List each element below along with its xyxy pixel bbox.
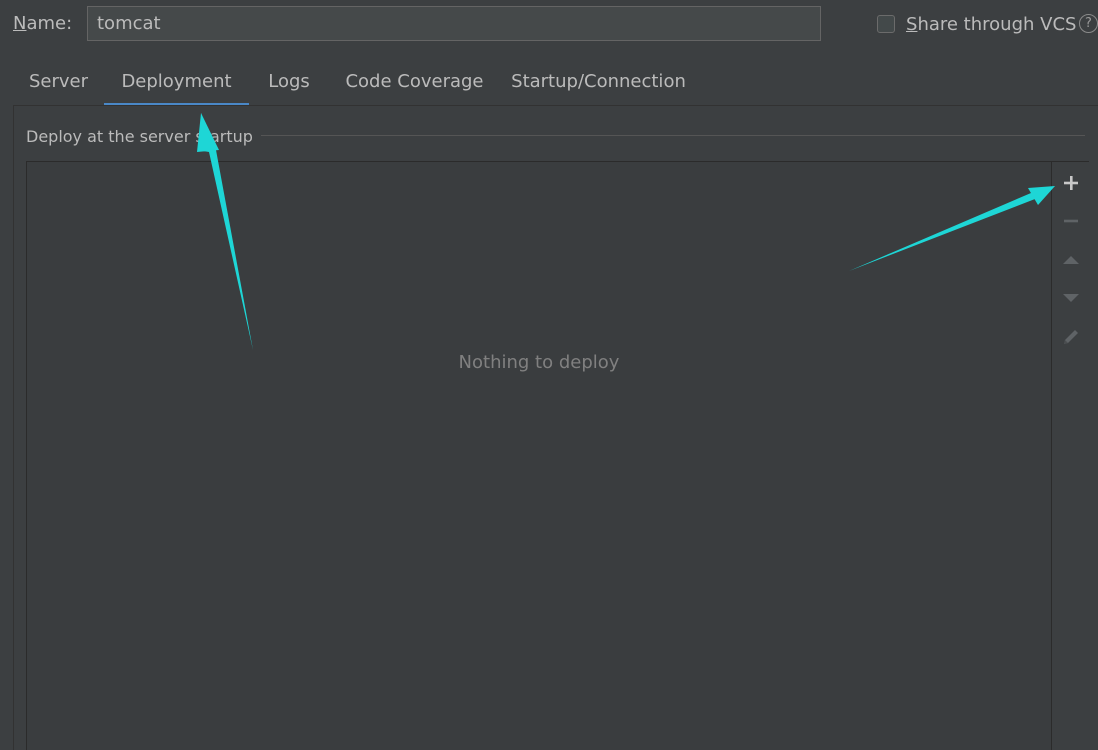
remove-button[interactable] <box>1052 203 1090 239</box>
tab-server[interactable]: Server <box>13 60 104 107</box>
empty-list-text: Nothing to deploy <box>458 352 620 373</box>
share-vcs-checkbox[interactable] <box>877 15 895 33</box>
help-icon[interactable]: ? <box>1079 14 1098 33</box>
deploy-list-toolbar <box>1051 161 1089 750</box>
move-up-icon <box>1063 256 1079 264</box>
edit-button[interactable] <box>1052 319 1090 355</box>
tab-deployment[interactable]: Deployment <box>104 60 249 107</box>
share-vcs-label[interactable]: Share through VCS <box>906 14 1076 36</box>
add-icon <box>1064 176 1078 190</box>
tab-startup-connection[interactable]: Startup/Connection <box>500 60 697 107</box>
add-button[interactable] <box>1052 165 1090 201</box>
deploy-artifact-list[interactable]: Nothing to deploy <box>26 161 1051 750</box>
name-label-rest: ame: <box>26 13 73 34</box>
tab-code-coverage[interactable]: Code Coverage <box>329 60 500 107</box>
move-up-button[interactable] <box>1052 242 1090 278</box>
move-down-icon <box>1063 294 1079 302</box>
tab-logs[interactable]: Logs <box>249 60 329 107</box>
move-down-button[interactable] <box>1052 280 1090 316</box>
run-configuration-dialog: Name: Share through VCS ? Server Deploym… <box>0 0 1098 750</box>
edit-pencil-icon <box>1064 330 1078 344</box>
section-separator <box>246 135 1085 136</box>
name-label-mnemonic: N <box>13 13 27 34</box>
name-label: Name: <box>13 13 72 35</box>
name-input[interactable] <box>87 6 821 41</box>
share-vcs-label-rest: hare through VCS <box>917 14 1077 35</box>
deploy-section-title: Deploy at the server startup <box>26 126 261 148</box>
remove-icon <box>1064 219 1078 223</box>
share-vcs-mnemonic: S <box>906 14 918 35</box>
tab-bar: Server Deployment Logs Code Coverage Sta… <box>13 60 697 107</box>
